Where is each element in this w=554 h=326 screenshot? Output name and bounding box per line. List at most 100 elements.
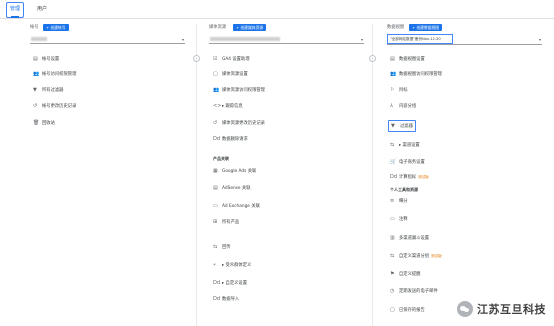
data-icon: Dd	[213, 280, 221, 286]
clock-icon: ◷	[390, 288, 395, 294]
connector-icon: ›	[193, 55, 200, 62]
channel-icon: ⇆	[390, 142, 395, 148]
section-product-linking: 产品关联	[213, 156, 229, 161]
create-account-button[interactable]: + 创建帐号	[43, 24, 69, 31]
item-label: 帐号设置	[42, 57, 60, 62]
chevron-down-icon: ▾	[538, 37, 541, 42]
item-label: 注释	[399, 217, 408, 222]
item-label: 多渠道漏斗设置	[399, 236, 430, 241]
property-item-audience-definitions[interactable]: ⑂ ▸ 受众群体定义	[213, 260, 251, 270]
code-icon: <>	[213, 103, 222, 109]
account-item-filters[interactable]: ▼ 所有过滤器	[33, 85, 63, 95]
data-icon: Dd	[213, 296, 221, 302]
property-name-redacted	[210, 37, 280, 41]
watermark: 江苏互旦科技	[457, 300, 546, 318]
property-item-data-import[interactable]: Dd 数据导入	[213, 294, 239, 304]
chevron-down-icon: ▾	[181, 37, 184, 42]
view-item-custom-alerts[interactable]: ⚑ 自定义提醒	[390, 269, 420, 279]
property-item-ga4-assistant[interactable]: ☑ GA4 设置助理	[213, 54, 250, 64]
watermark-text: 江苏互旦科技	[477, 303, 546, 316]
account-item-trash[interactable]: 🗑 回收站	[33, 118, 55, 128]
view-item-scheduled-emails[interactable]: ◷ 定期发送的电子邮件	[390, 286, 438, 296]
data-icon: Dd	[390, 174, 398, 180]
history-icon: ↺	[33, 103, 38, 109]
item-label: 媒体资源设置	[222, 72, 248, 77]
item-label: 数据导入	[222, 297, 240, 302]
item-label: 自定义提醒	[399, 272, 421, 277]
view-item-content-grouping[interactable]: ⅄ 内容分组	[390, 101, 416, 111]
account-item-settings[interactable]: ▤ 帐号设置	[33, 54, 59, 64]
item-label: 自定义渠道分组	[399, 254, 430, 259]
item-label: 媒体资源更改历史记录	[222, 121, 265, 126]
column-divider	[196, 24, 197, 326]
beta-badge: 测试版	[418, 175, 429, 179]
item-label: AdSense 关联	[222, 186, 251, 191]
view-selector-underline	[387, 44, 542, 45]
history-icon: ↺	[213, 120, 218, 126]
fork-icon: ⑂	[213, 262, 217, 268]
segments-icon: ≡	[390, 198, 395, 204]
create-view-button[interactable]: + 创建数据视图	[409, 24, 443, 31]
item-label: 数据删除请求	[222, 137, 248, 142]
item-label: 已保存的报告	[399, 308, 425, 313]
property-selector[interactable]: ▾	[209, 35, 364, 44]
property-item-adsense[interactable]: ▤ AdSense 关联	[213, 183, 251, 193]
property-item-google-ads[interactable]: ▦ Google Ads 关联	[213, 166, 256, 176]
tab-active-indicator	[11, 16, 20, 18]
property-item-ad-exchange[interactable]: ▭ Ad Exchange 关联	[213, 201, 260, 211]
account-header: 帐号	[30, 25, 39, 30]
checkbox-icon: ☑	[213, 56, 218, 62]
property-item-custom-definitions[interactable]: Dd ▸ 自定义设置	[213, 278, 247, 288]
wechat-logo-icon	[457, 301, 473, 317]
view-item-annotations[interactable]: ▭ 注释	[390, 214, 408, 224]
grid-icon: ⊞	[213, 219, 218, 225]
view-item-custom-channel-grouping[interactable]: ⇆ 自定义渠道分组 测试版	[390, 251, 442, 261]
view-item-segments[interactable]: ≡ 细分	[390, 196, 408, 206]
item-label: 回收站	[42, 121, 55, 126]
postback-icon: ⇆	[213, 244, 218, 250]
property-item-history[interactable]: ↺ 媒体资源更改历史记录	[213, 118, 265, 128]
cart-icon: 🛒	[390, 159, 397, 165]
view-item-goals[interactable]: ⚐ 目标	[390, 85, 408, 95]
view-item-ecommerce[interactable]: 🛒 电子商务设置	[390, 157, 425, 167]
view-item-saved-reports[interactable]: ▢ 已保存的报告	[390, 305, 425, 315]
column-divider	[372, 24, 373, 326]
view-item-filters[interactable]: ▼ 过滤器	[388, 120, 416, 132]
view-item-channel-settings[interactable]: ⇆ ▸ 渠道设置	[390, 140, 420, 150]
tab-user-label: 用户	[37, 6, 48, 12]
data-icon: Dd	[213, 136, 221, 142]
view-item-calculated-metrics[interactable]: Dd 计算指标 测试版	[390, 172, 429, 182]
view-item-mcf-settings[interactable]: ▥ 多渠道漏斗设置	[390, 233, 429, 243]
property-item-all-products[interactable]: ⊞ 所有产品	[213, 217, 239, 227]
item-label: 数据视图访问权限管理	[399, 72, 442, 77]
account-item-access[interactable]: 👥 帐号访问权限管理	[33, 69, 76, 79]
settings-doc-icon: ▤	[33, 56, 38, 62]
property-item-tracking[interactable]: <>▸ 跟踪信息	[213, 101, 243, 111]
top-tab-bar: 管理 用户	[0, 0, 554, 19]
item-label: 计算指标	[399, 175, 417, 180]
property-item-settings[interactable]: ▢ 媒体资源设置	[213, 69, 248, 79]
item-label: 数据视图设置	[399, 57, 425, 62]
filter-icon: ▼	[391, 123, 395, 129]
view-item-settings[interactable]: ▤ 数据视图设置	[390, 54, 425, 64]
property-item-access[interactable]: 👥 媒体资源访问权限管理	[213, 85, 265, 95]
create-property-button[interactable]: + 创建媒体资源	[233, 24, 267, 31]
annotation-icon: ▭	[390, 216, 395, 222]
property-item-data-deletion[interactable]: Dd 数据删除请求	[213, 134, 248, 144]
property-item-postbacks[interactable]: ⇆ 回传	[213, 242, 231, 252]
view-selector[interactable]: "全部网站数据"备份Nov-12-20	[387, 34, 453, 44]
account-selector[interactable]: ▾	[30, 35, 185, 44]
tab-admin[interactable]: 管理	[6, 2, 25, 18]
item-label: 定期发送的电子邮件	[399, 289, 438, 294]
item-label: 电子商务设置	[399, 160, 425, 165]
account-item-history[interactable]: ↺ 帐号更改历史记录	[33, 101, 76, 111]
tab-user[interactable]: 用户	[34, 4, 50, 18]
person-icon: ⅄	[390, 103, 394, 109]
ad-exchange-icon: ▭	[213, 203, 218, 209]
item-label: ▸ 自定义设置	[222, 281, 248, 286]
view-item-access[interactable]: 👥 数据视图访问权限管理	[390, 69, 442, 79]
trash-icon: 🗑	[33, 120, 40, 126]
item-label: 过滤器	[400, 124, 413, 129]
item-label: 细分	[399, 199, 408, 204]
item-label: 所有过滤器	[42, 88, 64, 93]
